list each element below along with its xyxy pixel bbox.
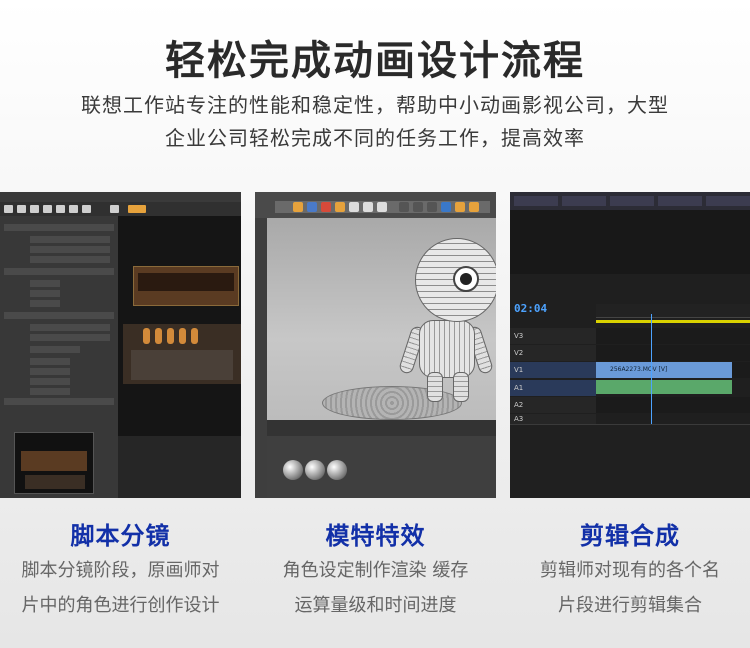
storyboard-screenshot: [0, 192, 241, 498]
tool-strip: [255, 218, 267, 498]
render-viewport: [118, 216, 241, 436]
page-title: 轻松完成动画设计流程: [165, 38, 585, 84]
character-body: [419, 320, 475, 378]
work-area-bar: [596, 320, 750, 323]
material-panel: [267, 420, 496, 498]
card-desc-line-1: 脚本分镜阶段，原画师对: [21, 560, 220, 581]
card-editing: 剪辑合成 剪辑师对现有的各个名 片段进行剪辑集合: [510, 516, 750, 621]
timecode-readout: 02:04: [514, 302, 548, 315]
subtitle-line-2: 企业公司轻松完成不同的任务工作，提高效率: [165, 126, 585, 150]
preview-thumbnail: [14, 432, 94, 494]
card-desc-line-2: 片段进行剪辑集合: [558, 595, 702, 616]
app-toolbar: [255, 192, 496, 218]
track-v1: V1: [510, 362, 596, 378]
time-ruler: [596, 304, 750, 318]
track-v2: V2: [510, 345, 596, 361]
track-a3: A3: [510, 414, 596, 424]
source-monitor: [510, 210, 750, 274]
project-panel: [510, 424, 750, 498]
app-menubar: [0, 192, 241, 202]
card-desc-line-2: 运算量级和时间进度: [294, 595, 457, 616]
render-options-panel: [0, 216, 118, 498]
3d-viewport: [267, 218, 496, 420]
track-a1: A1: [510, 380, 596, 396]
subtitle-line-1: 联想工作站专注的性能和稳定性，帮助中小动画影视公司，大型: [81, 93, 669, 117]
modeling-screenshot: [255, 192, 496, 498]
card-title: 剪辑合成: [580, 522, 680, 550]
audio-clip: [596, 380, 732, 394]
amplifier-render: [133, 266, 239, 306]
track-v3: V3: [510, 328, 596, 344]
card-modeling: 模特特效 角色设定制作渲染 缓存 运算量级和时间进度: [255, 516, 496, 621]
card-title: 模特特效: [325, 522, 426, 550]
panel-tabs: [510, 192, 750, 210]
card-desc-line-1: 角色设定制作渲染 缓存: [282, 560, 469, 581]
card-title: 脚本分镜: [70, 522, 171, 550]
card-desc-line-1: 剪辑师对现有的各个名: [540, 560, 720, 581]
card-storyboard: 脚本分镜 脚本分镜阶段，原画师对 片中的角色进行创作设计: [0, 516, 241, 621]
app-toolbar: [0, 202, 241, 216]
card-desc-line-2: 片中的角色进行创作设计: [21, 595, 220, 616]
editing-screenshot: 02:04 V3 V2 V1 256A2273.MOV [V] A1 A2 A3: [510, 192, 750, 498]
timeline-panel: [118, 436, 241, 498]
track-a2: A2: [510, 397, 596, 413]
video-clip: 256A2273.MOV [V]: [596, 362, 732, 378]
